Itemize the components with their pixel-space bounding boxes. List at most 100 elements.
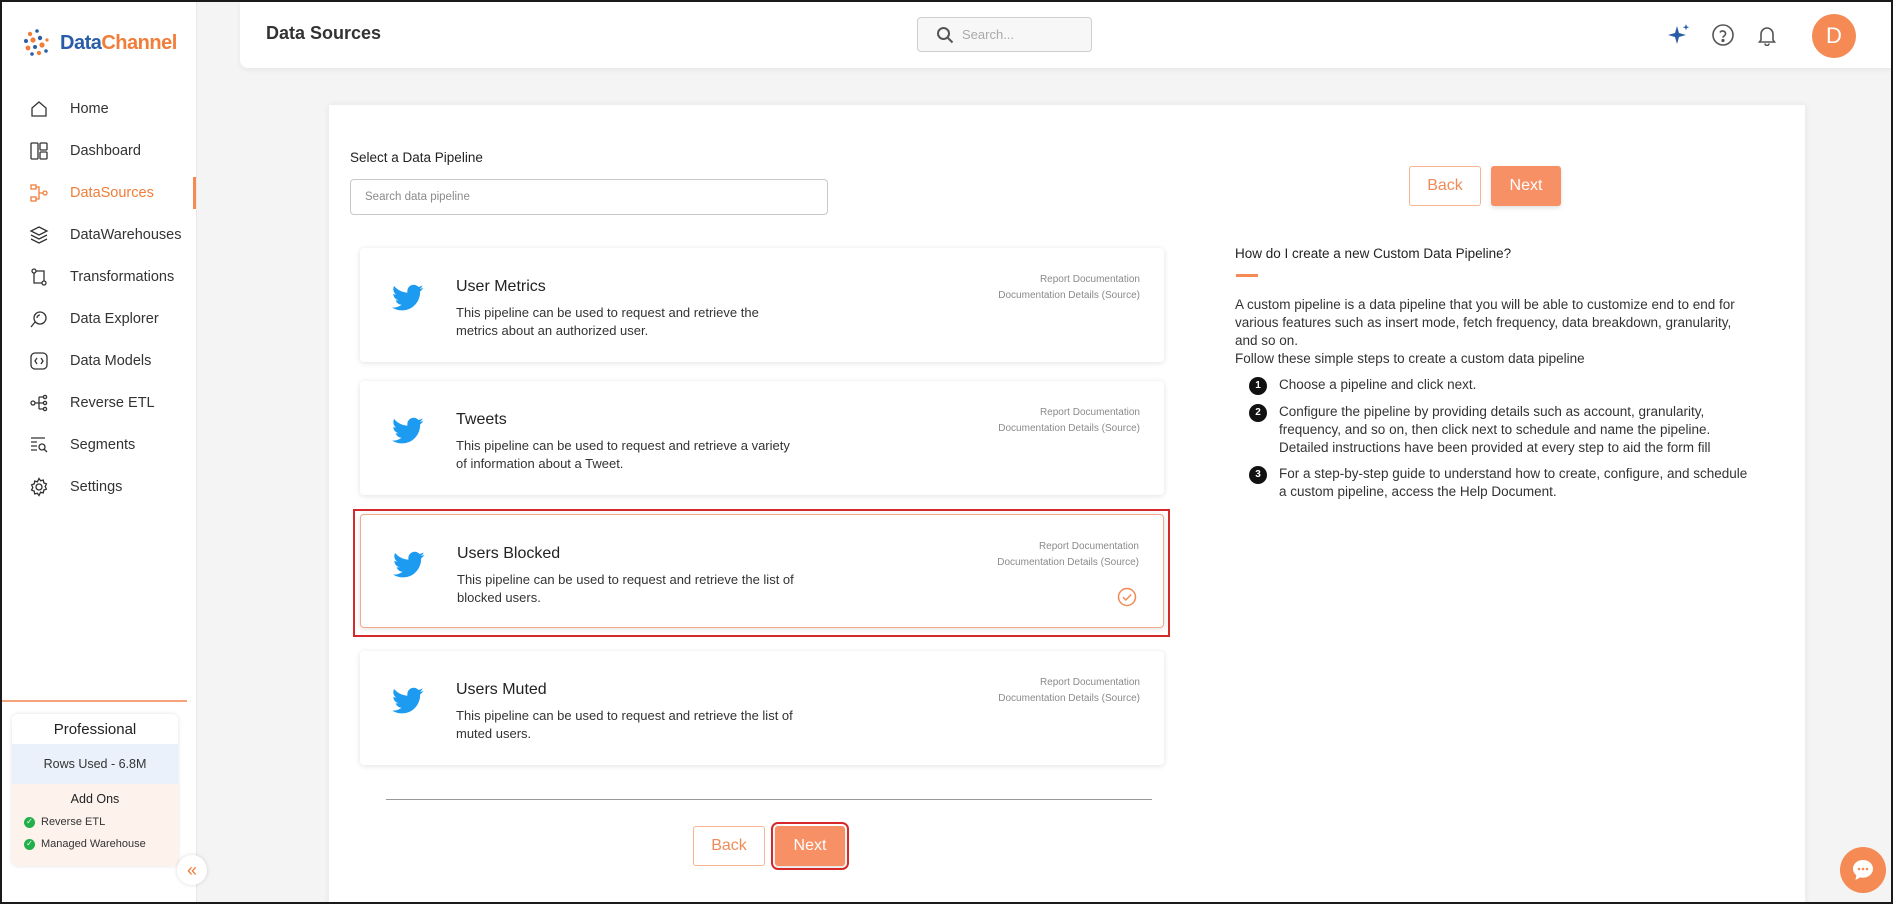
search-input[interactable]: [962, 27, 1072, 42]
documentation-details-link[interactable]: Documentation Details (Source): [998, 421, 1140, 437]
pipeline-card-user-metrics[interactable]: User Metrics This pipeline can be used t…: [360, 248, 1164, 362]
plan-card: Professional Rows Used - 6.8M Add Ons ✓ …: [12, 714, 178, 866]
sidebar-item-label: Home: [70, 101, 109, 117]
help-intro: A custom pipeline is a data pipeline tha…: [1235, 296, 1755, 368]
addon-item: ✓ Reverse ETL: [12, 811, 178, 833]
pipeline-doc-links: Report Documentation Documentation Detai…: [997, 539, 1139, 571]
twitter-icon: [392, 687, 424, 714]
twitter-icon: [392, 417, 424, 444]
sidebar-item-datawarehouses[interactable]: DataWarehouses: [2, 214, 196, 256]
divider: [386, 799, 1152, 800]
report-documentation-link[interactable]: Report Documentation: [998, 405, 1140, 421]
plan-name: Professional: [12, 714, 178, 744]
step-text: Choose a pipeline and click next.: [1279, 377, 1477, 392]
addon-label: Reverse ETL: [41, 816, 106, 828]
selected-check-icon: [1117, 587, 1137, 607]
help-intro-steps-lead: Follow these simple steps to create a cu…: [1235, 351, 1585, 366]
page-title: Data Sources: [266, 23, 382, 43]
report-documentation-link[interactable]: Report Documentation: [998, 272, 1140, 288]
sidebar-nav: Home Dashboard DataSources DataWarehouse…: [2, 88, 196, 508]
report-documentation-link[interactable]: Report Documentation: [998, 675, 1140, 691]
gear-icon: [28, 476, 50, 498]
reverse-etl-icon: [28, 392, 50, 414]
addons-section: Add Ons ✓ Reverse ETL ✓ Managed Warehous…: [12, 784, 178, 866]
app-window: DataChannel Home Dashboard DataSources D…: [0, 0, 1893, 904]
documentation-details-link[interactable]: Documentation Details (Source): [998, 691, 1140, 707]
twitter-icon: [393, 551, 425, 578]
select-pipeline-label: Select a Data Pipeline: [350, 150, 483, 165]
top-header: Data Sources D: [240, 2, 1891, 68]
segments-icon: [28, 434, 50, 456]
sidebar-item-datasources[interactable]: DataSources: [2, 172, 196, 214]
sidebar: DataChannel Home Dashboard DataSources D…: [2, 2, 197, 902]
chat-button[interactable]: [1840, 847, 1886, 893]
home-icon: [28, 98, 50, 120]
next-button-top[interactable]: Next: [1491, 166, 1561, 206]
logo[interactable]: DataChannel: [20, 26, 177, 60]
models-icon: [28, 350, 50, 372]
pipeline-card-tweets[interactable]: Tweets This pipeline can be used to requ…: [360, 381, 1164, 495]
avatar[interactable]: D: [1812, 14, 1856, 58]
help-step: 1 Choose a pipeline and click next.: [1249, 376, 1749, 395]
step-number: 2: [1249, 404, 1267, 422]
addon-label: Managed Warehouse: [41, 838, 146, 850]
sidebar-item-dashboard[interactable]: Dashboard: [2, 130, 196, 172]
pipeline-title: Tweets: [456, 411, 507, 428]
documentation-details-link[interactable]: Documentation Details (Source): [998, 288, 1140, 304]
dashboard-icon: [28, 140, 50, 162]
datasources-icon: [28, 182, 50, 204]
sidebar-item-label: Data Models: [70, 353, 152, 369]
search-icon: [937, 26, 954, 43]
sidebar-item-home[interactable]: Home: [2, 88, 196, 130]
check-icon: ✓: [24, 816, 35, 828]
addon-item: ✓ Managed Warehouse: [12, 833, 178, 855]
twitter-icon: [392, 284, 424, 311]
pipeline-card-users-muted[interactable]: Users Muted This pipeline can be used to…: [360, 651, 1164, 765]
documentation-details-link[interactable]: Documentation Details (Source): [997, 555, 1139, 571]
sidebar-item-transformations[interactable]: Transformations: [2, 256, 196, 298]
addons-title: Add Ons: [70, 792, 120, 806]
report-documentation-link[interactable]: Report Documentation: [997, 539, 1139, 555]
sparkle-icon[interactable]: [1666, 22, 1692, 48]
help-step: 2 Configure the pipeline by providing de…: [1249, 403, 1749, 457]
sidebar-item-reverse-etl[interactable]: Reverse ETL: [2, 382, 196, 424]
pipeline-title: User Metrics: [456, 278, 546, 295]
help-icon[interactable]: [1710, 22, 1736, 48]
transform-icon: [28, 266, 50, 288]
pipeline-title: Users Muted: [456, 681, 547, 698]
logo-icon: [24, 29, 49, 56]
sidebar-item-data-explorer[interactable]: Data Explorer: [2, 298, 196, 340]
pipeline-card-users-blocked[interactable]: Users Blocked This pipeline can be used …: [360, 514, 1164, 628]
sidebar-item-label: DataWarehouses: [70, 227, 182, 243]
pipeline-description: This pipeline can be used to request and…: [456, 305, 759, 338]
pipeline-description: This pipeline can be used to request and…: [456, 708, 793, 741]
back-button-bottom[interactable]: Back: [693, 826, 765, 866]
pipeline-title: Users Blocked: [457, 545, 561, 562]
help-title: How do I create a new Custom Data Pipeli…: [1235, 246, 1512, 261]
global-search[interactable]: [917, 17, 1092, 52]
rows-used: Rows Used - 6.8M: [12, 744, 178, 784]
pipeline-search-input[interactable]: [350, 179, 828, 215]
sidebar-item-label: Transformations: [70, 269, 175, 285]
help-title-underline: [1236, 274, 1258, 277]
pipeline-doc-links: Report Documentation Documentation Detai…: [998, 405, 1140, 437]
next-button-bottom[interactable]: Next: [771, 822, 849, 870]
sidebar-item-label: Reverse ETL: [70, 395, 155, 411]
sidebar-item-settings[interactable]: Settings: [2, 466, 196, 508]
logo-text: DataChannel: [60, 31, 177, 54]
bell-icon[interactable]: [1754, 22, 1780, 48]
sidebar-item-segments[interactable]: Segments: [2, 424, 196, 466]
double-chevron-left-icon: «: [186, 859, 197, 880]
pipeline-description: This pipeline can be used to request and…: [457, 572, 794, 605]
back-button-top[interactable]: Back: [1409, 166, 1481, 206]
sidebar-item-data-models[interactable]: Data Models: [2, 340, 196, 382]
sidebar-item-label: Settings: [70, 479, 123, 495]
pipeline-doc-links: Report Documentation Documentation Detai…: [998, 675, 1140, 707]
help-step: 3 For a step-by-step guide to understand…: [1249, 465, 1749, 501]
explorer-icon: [28, 308, 50, 330]
collapse-sidebar-button[interactable]: «: [177, 855, 207, 885]
step-text: Configure the pipeline by providing deta…: [1279, 404, 1711, 455]
sidebar-item-label: Segments: [70, 437, 136, 453]
step-text: For a step-by-step guide to understand h…: [1279, 466, 1748, 499]
check-icon: ✓: [24, 838, 35, 850]
